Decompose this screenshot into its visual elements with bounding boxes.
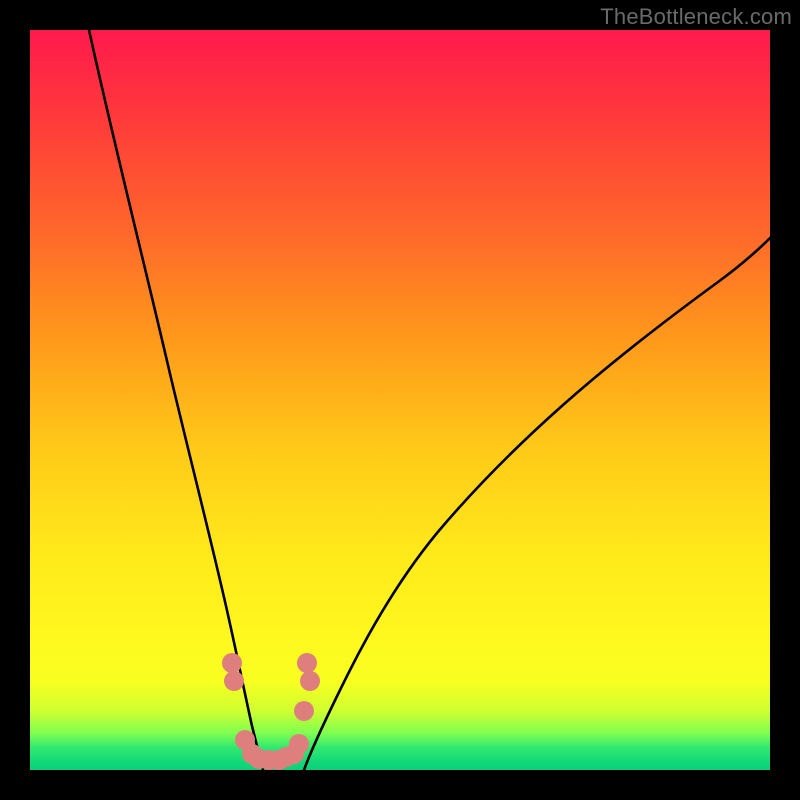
chart-frame: TheBottleneck.com [0,0,800,800]
marker-cluster [222,653,320,770]
plot-area [30,30,770,770]
right-branch-path [304,238,770,770]
curve-layer [30,30,770,770]
watermark-text: TheBottleneck.com [600,4,792,30]
